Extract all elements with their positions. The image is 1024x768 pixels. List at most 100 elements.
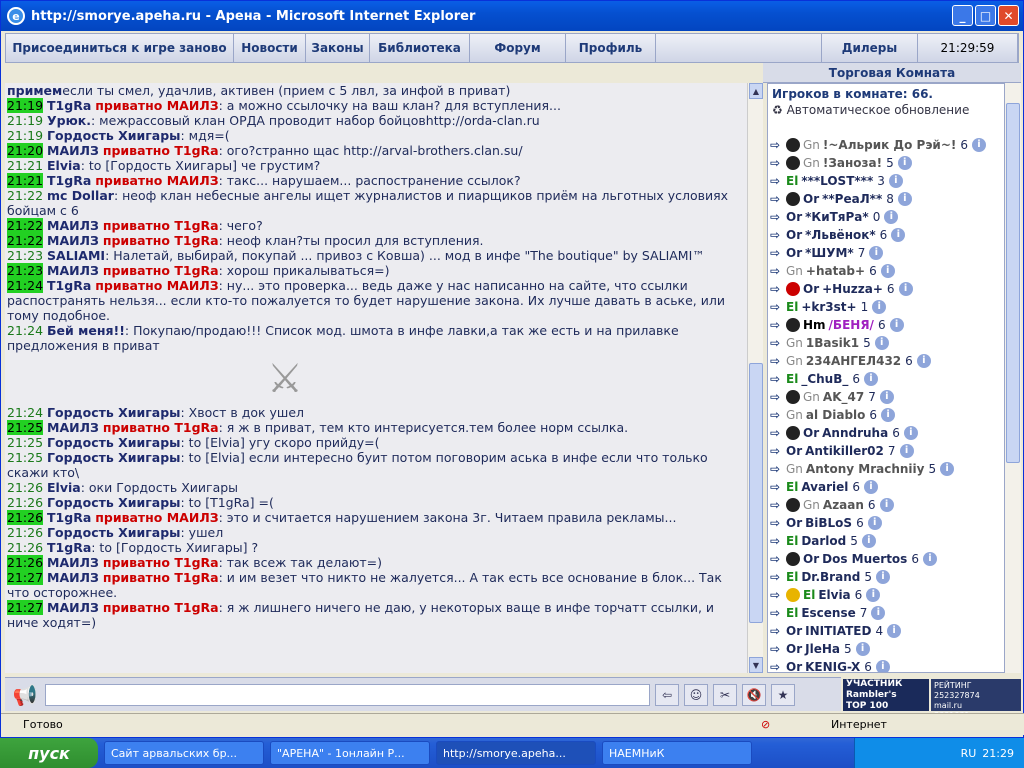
chat-nick[interactable]: SALIAMI [47, 248, 105, 263]
player-row[interactable]: ⇨ Gn Antony Mrachniiy 5 i [768, 460, 1004, 478]
info-icon[interactable]: i [872, 300, 887, 314]
player-row[interactable]: ⇨ Gn !~Альрик До Рэй~! 6 i [768, 136, 1004, 154]
info-icon[interactable]: i [899, 444, 914, 458]
info-icon[interactable]: i [871, 606, 886, 620]
chat-nick[interactable]: T1gRa [47, 98, 91, 113]
chat-nick[interactable]: T1gRa [47, 540, 91, 555]
private-arrow-icon[interactable]: ⇨ [770, 301, 786, 313]
info-icon[interactable]: i [881, 408, 896, 422]
player-row[interactable]: ⇨ El _ChuB_ 6 i [768, 370, 1004, 388]
chat-nick[interactable]: МАИЛЗ [47, 570, 99, 585]
player-row[interactable]: ⇨ Or +Huzza+ 6 i [768, 280, 1004, 298]
player-name[interactable]: Azaan [823, 498, 864, 512]
player-row[interactable]: ⇨ Hm/БЕНЯ/6 i [768, 316, 1004, 334]
lang-indicator[interactable]: RU [961, 747, 977, 760]
private-arrow-icon[interactable]: ⇨ [770, 499, 786, 511]
smiles-button[interactable]: ☺ [684, 683, 708, 706]
chat-private-target[interactable]: приватно МАИЛЗ [95, 98, 218, 113]
player-row[interactable]: ⇨ El Dr.Brand 5 i [768, 568, 1004, 586]
info-icon[interactable]: i [891, 228, 906, 242]
info-icon[interactable]: i [875, 570, 890, 584]
player-name[interactable]: AK_47 [823, 390, 864, 404]
info-icon[interactable]: i [884, 210, 899, 224]
info-icon[interactable]: i [875, 660, 890, 672]
player-row[interactable]: ⇨ Or *КиТяРа* 0 i [768, 208, 1004, 226]
private-arrow-icon[interactable]: ⇨ [770, 463, 786, 475]
player-name[interactable]: 1Basik1 [806, 336, 859, 350]
player-name[interactable]: +Huzza+ [822, 282, 883, 296]
info-icon[interactable]: i [879, 498, 894, 512]
chat-nick[interactable]: Elvia [47, 480, 81, 495]
player-name[interactable]: 234АНГЕЛ432 [806, 354, 901, 368]
player-name[interactable]: *КиТяРа* [805, 210, 869, 224]
player-name[interactable]: *Львёнок* [805, 228, 876, 242]
private-arrow-icon[interactable]: ⇨ [770, 319, 786, 331]
player-name[interactable]: al Diablo [806, 408, 866, 422]
chat-private-target[interactable]: приватно T1gRa [103, 233, 219, 248]
maximize-button[interactable]: □ [975, 5, 996, 26]
player-name[interactable]: Antikiller02 [805, 444, 884, 458]
private-arrow-icon[interactable]: ⇨ [770, 661, 786, 673]
info-icon[interactable]: i [864, 372, 878, 386]
private-arrow-icon[interactable]: ⇨ [770, 337, 786, 349]
player-name[interactable]: JleHa [805, 642, 840, 656]
private-arrow-icon[interactable]: ⇨ [770, 355, 786, 367]
player-name[interactable]: +hatab+ [806, 264, 865, 278]
player-name[interactable]: Dos Muertos [822, 552, 907, 566]
task-1[interactable]: Сайт арвальских бр... [104, 741, 264, 765]
player-row[interactable]: ⇨ Gn !Заноза! 5 i [768, 154, 1004, 172]
player-name[interactable]: Escense [801, 606, 855, 620]
player-name[interactable]: !~Альрик До Рэй~! [823, 138, 956, 152]
info-icon[interactable]: i [916, 354, 931, 368]
info-icon[interactable]: i [888, 174, 903, 188]
private-arrow-icon[interactable]: ⇨ [770, 157, 786, 169]
private-arrow-icon[interactable]: ⇨ [770, 175, 786, 187]
player-row[interactable]: ⇨ Or BiBLoS 6 i [768, 514, 1004, 532]
player-row[interactable]: ⇨ Or KENIG-X 6 i [768, 658, 1004, 673]
chat-private-target[interactable]: приватно T1gRa [103, 218, 219, 233]
scissors-button[interactable]: ✂ [713, 683, 737, 706]
private-arrow-icon[interactable]: ⇨ [770, 247, 786, 259]
chat-private-target[interactable]: приватно T1gRa [103, 570, 219, 585]
player-row[interactable]: ⇨ El Darlod 5 i [768, 532, 1004, 550]
chat-input[interactable] [45, 683, 650, 706]
task-2[interactable]: "АРЕНА" - 1онлайн Р... [270, 741, 430, 765]
chat-nick[interactable]: МАИЛЗ [47, 600, 99, 615]
chat-private-target[interactable]: приватно T1gRa [103, 143, 219, 158]
private-arrow-icon[interactable]: ⇨ [770, 265, 786, 277]
player-name[interactable]: +kr3st+ [801, 300, 856, 314]
chat-private-target[interactable]: приватно МАИЛЗ [95, 510, 218, 525]
info-icon[interactable]: i [903, 426, 918, 440]
player-name[interactable]: Avariel [801, 480, 848, 494]
info-icon[interactable]: i [972, 138, 987, 152]
private-arrow-icon[interactable]: ⇨ [770, 409, 786, 421]
scroll-down-arrow[interactable]: ▼ [749, 657, 763, 673]
chat-nick[interactable]: МАИЛЗ [47, 555, 99, 570]
private-arrow-icon[interactable]: ⇨ [770, 391, 786, 403]
info-icon[interactable]: i [866, 588, 881, 602]
chat-nick[interactable]: МАИЛЗ [47, 263, 99, 278]
player-row[interactable]: ⇨ El ***LOST*** 3 i [768, 172, 1004, 190]
task-4[interactable]: НАЕМНиК [602, 741, 752, 765]
info-icon[interactable]: i [940, 462, 955, 476]
player-row[interactable]: ⇨ El +kr3st+ 1 i [768, 298, 1004, 316]
nav-forum[interactable]: Форум [470, 34, 566, 62]
player-name[interactable]: !Заноза! [823, 156, 882, 170]
info-icon[interactable]: i [874, 336, 889, 350]
private-arrow-icon[interactable]: ⇨ [770, 535, 786, 547]
nav-library[interactable]: Библиотека [370, 34, 470, 62]
player-name[interactable]: BiBLoS [805, 516, 852, 530]
private-arrow-icon[interactable]: ⇨ [770, 481, 786, 493]
player-row[interactable]: ⇨ Or Dos Muertos 6 i [768, 550, 1004, 568]
private-arrow-icon[interactable]: ⇨ [770, 139, 786, 151]
player-row[interactable]: ⇨ Or JleHa 5 i [768, 640, 1004, 658]
nav-profile[interactable]: Профиль [566, 34, 656, 62]
chat-nick[interactable]: Гордость Хиигары [47, 525, 180, 540]
info-icon[interactable]: i [869, 246, 884, 260]
player-name[interactable]: Dr.Brand [801, 570, 860, 584]
player-row[interactable]: ⇨ Gn 1Basik1 5 i [768, 334, 1004, 352]
private-arrow-icon[interactable]: ⇨ [770, 427, 786, 439]
nav-dealers[interactable]: Дилеры [822, 34, 918, 62]
private-arrow-icon[interactable]: ⇨ [770, 553, 786, 565]
player-name[interactable]: Darlod [801, 534, 846, 548]
